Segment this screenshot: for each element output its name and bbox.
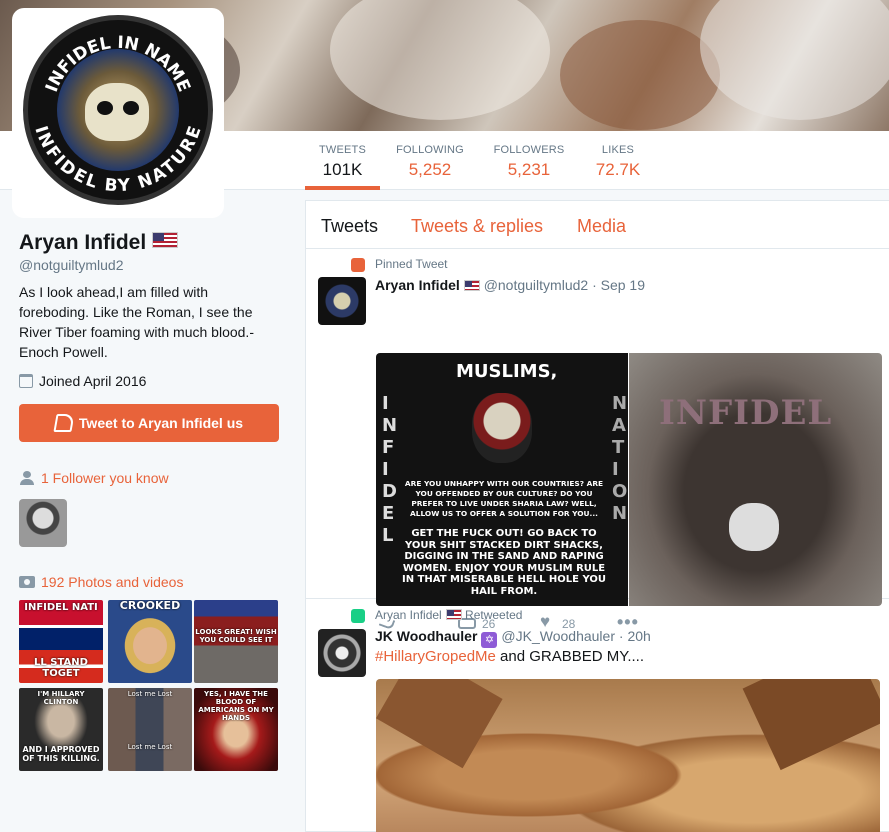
profile-name[interactable]: Aryan Infidel — [19, 231, 179, 255]
photo-caption-top: Lost me Lost — [127, 690, 173, 698]
image-title: MUSLIMS, — [456, 361, 558, 382]
tweet-pinned[interactable]: Pinned Tweet Aryan Infidel @notguiltymlu… — [306, 249, 889, 632]
avatar-text-top: INFIDEL IN NAME — [42, 33, 194, 95]
followers-you-know-link[interactable]: 1 Follower you know — [19, 470, 169, 486]
photo-caption-bottom: Lost me Lost — [127, 743, 173, 751]
retweeted-label: Retweeted — [465, 608, 523, 622]
image-side-left: INFIDEL — [382, 393, 398, 546]
tweet-date[interactable]: · Sep 19 — [592, 277, 645, 293]
us-flag-icon — [152, 232, 179, 248]
skull-mask-icon — [472, 393, 532, 463]
us-flag-icon — [445, 609, 462, 620]
stat-label: FOLLOWERS — [493, 144, 565, 156]
skull-crossbones-icon — [729, 503, 779, 551]
tweet-to-label: Tweet to Aryan Infidel us — [78, 415, 244, 431]
avatar-image: INFIDEL IN NAME INFIDEL BY NATURE — [17, 13, 219, 213]
tab-media[interactable]: Media — [577, 216, 626, 237]
svg-text:INFIDEL IN NAME: INFIDEL IN NAME — [42, 33, 194, 95]
joined-text: Joined April 2016 — [39, 373, 147, 389]
joined-date: Joined April 2016 — [19, 373, 146, 389]
follower-avatar[interactable] — [19, 499, 67, 547]
photo-caption-top: YES, I HAVE THE BLOOD OF AMERICANS ON MY… — [198, 690, 274, 722]
tweet-to-button[interactable]: Tweet to Aryan Infidel us — [19, 404, 279, 442]
retweet-context: Aryan Infidel Retweeted — [375, 608, 522, 622]
stat-value: 72.7K — [595, 160, 641, 179]
hashtag-link[interactable]: #HillaryGropedMe — [375, 648, 496, 665]
us-flag-icon — [463, 280, 480, 291]
tweet-image-left[interactable]: MUSLIMS, INFIDEL NATION ARE YOU UNHAPPY … — [376, 353, 628, 606]
profile-bio: As I look ahead,I am filled with forebod… — [19, 284, 254, 360]
stat-following[interactable]: FOLLOWING 5,252 — [390, 131, 470, 190]
image-side-right: NATION — [612, 393, 628, 524]
photo-caption-top: CROOKED — [119, 600, 181, 612]
profile-avatar[interactable]: INFIDEL IN NAME INFIDEL BY NATURE — [12, 8, 224, 218]
image-answer-text: GET THE FUCK OUT! GO BACK TO YOUR SHIT S… — [402, 528, 606, 597]
tweet-date[interactable]: · 20h — [619, 628, 651, 644]
tweet-body: and GRABBED MY.... — [495, 648, 645, 665]
profile-name-text: Aryan Infidel — [19, 231, 147, 254]
stat-followers[interactable]: FOLLOWERS 5,231 — [489, 131, 569, 190]
timeline-tabs: Tweets Tweets & replies Media — [306, 201, 889, 249]
profile-handle[interactable]: @notguiltymlud2 — [19, 257, 124, 273]
tweet-header: Aryan Infidel @notguiltymlud2 · Sep 19 — [375, 277, 645, 293]
tweet-text: #HillaryGropedMe and GRABBED MY.... — [375, 648, 644, 665]
followers-you-know-text: 1 Follower you know — [41, 470, 169, 486]
stat-value: 5,231 — [507, 160, 551, 179]
tweet-author-handle[interactable]: @JK_Woodhauler — [501, 628, 615, 644]
tweet-author-name[interactable]: Aryan Infidel — [375, 277, 460, 293]
photo-thumb[interactable]: I'M HILLARY CLINTON AND I APPROVED OF TH… — [19, 688, 103, 771]
svg-text:INFIDEL BY NATURE: INFIDEL BY NATURE — [30, 124, 205, 197]
photo-caption-bottom: AND I APPROVED OF THIS KILLING. — [22, 745, 100, 763]
retweeter-name[interactable]: Aryan Infidel — [375, 608, 442, 622]
calendar-icon — [19, 374, 33, 388]
pin-icon — [351, 258, 365, 272]
stat-value: 101K — [322, 160, 363, 179]
image-question-text: ARE YOU UNHAPPY WITH OUR COUNTRIES? ARE … — [404, 479, 604, 518]
photo-thumb[interactable]: INFIDEL NATI LL STAND TOGET — [19, 600, 103, 683]
compose-icon — [53, 414, 75, 432]
photo-grid: INFIDEL NATI LL STAND TOGET CROOKED LOOK… — [19, 600, 281, 772]
photo-caption-bottom: LL STAND TOGET — [34, 657, 88, 679]
photo-thumb[interactable]: YES, I HAVE THE BLOOD OF AMERICANS ON MY… — [194, 688, 278, 771]
tweet-author-name[interactable]: JK Woodhauler — [375, 628, 477, 644]
photo-caption-top: LOOKS GREAT! WISH YOU COULD SEE IT — [195, 628, 277, 644]
tweet-avatar[interactable] — [318, 629, 366, 677]
photo-thumb[interactable]: Lost me Lost Lost me Lost — [108, 688, 192, 771]
star-of-david-icon: ✡ — [481, 632, 498, 648]
tweet-image-right[interactable]: INFIDEL — [629, 353, 882, 606]
tweet-avatar[interactable] — [318, 277, 366, 325]
person-icon — [19, 471, 35, 485]
avatar-seal: INFIDEL IN NAME INFIDEL BY NATURE — [30, 33, 205, 197]
photo-caption-top: INFIDEL NATI — [24, 602, 98, 613]
stat-label: FOLLOWING — [396, 144, 464, 156]
stat-likes[interactable]: LIKES 72.7K — [588, 131, 648, 190]
avatar-text-bottom: INFIDEL BY NATURE — [30, 124, 205, 197]
stat-label: LIKES — [601, 144, 635, 156]
photos-videos-link[interactable]: 192 Photos and videos — [19, 574, 183, 590]
tweet-header: JK Woodhauler ✡ @JK_Woodhauler · 20h — [375, 628, 651, 648]
patch-text: INFIDEL — [659, 393, 833, 433]
tweet-image-cat[interactable] — [376, 679, 880, 832]
timeline: Tweets Tweets & replies Media Pinned Twe… — [305, 200, 889, 832]
retweet-context-icon — [351, 609, 365, 623]
tab-tweets[interactable]: Tweets — [321, 216, 378, 237]
pinned-label: Pinned Tweet — [375, 257, 448, 271]
tab-tweets-replies[interactable]: Tweets & replies — [411, 216, 543, 237]
photos-videos-text: 192 Photos and videos — [41, 574, 184, 590]
photo-caption-top: I'M HILLARY CLINTON — [37, 690, 85, 706]
tweet-author-handle[interactable]: @notguiltymlud2 — [484, 277, 589, 293]
photo-thumb[interactable]: CROOKED — [108, 600, 192, 683]
stat-tweets[interactable]: TWEETS 101K — [305, 131, 380, 190]
stat-label: TWEETS — [318, 144, 367, 156]
stat-value: 5,252 — [408, 160, 452, 179]
photo-thumb[interactable]: LOOKS GREAT! WISH YOU COULD SEE IT — [194, 600, 278, 683]
camera-icon — [19, 576, 35, 588]
